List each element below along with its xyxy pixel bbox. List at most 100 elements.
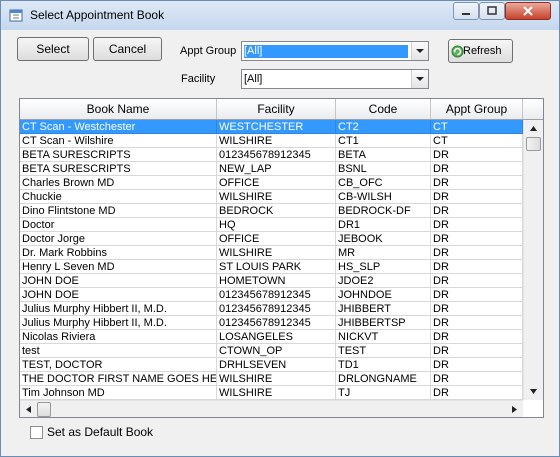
cell-facility: 012345678912345	[217, 148, 336, 162]
chevron-down-icon	[416, 49, 424, 53]
facility-select[interactable]: [All]	[241, 69, 429, 89]
table-row[interactable]: BETA SURESCRIPTS 012345678912345 BETA DR	[20, 148, 523, 162]
table-row[interactable]: Doctor Jorge OFFICE JEBOOK DR	[20, 232, 523, 246]
table-row[interactable]: Julius Murphy Hibbert II, M.D. 0123456789…	[20, 316, 523, 330]
cell-facility: BEDROCK	[217, 204, 336, 218]
cell-book-name: Nicolas Riviera	[20, 330, 217, 344]
cell-appt-group: DR	[431, 148, 523, 162]
refresh-button[interactable]: Refresh	[448, 39, 513, 63]
table-row[interactable]: CT Scan - Wilshire WILSHIRE CT1 CT	[20, 134, 523, 148]
cell-code: NICKVT	[336, 330, 431, 344]
cancel-button[interactable]: Cancel	[93, 37, 162, 61]
cell-appt-group: DR	[431, 386, 523, 400]
cell-book-name: Doctor	[20, 218, 217, 232]
cell-book-name: CT Scan - Westchester	[20, 120, 217, 134]
horizontal-scrollbar[interactable]	[20, 400, 523, 417]
scroll-up-button[interactable]	[525, 120, 542, 137]
cell-book-name: Henry L Seven MD	[20, 260, 217, 274]
table-row[interactable]: JOHN DOE HOMETOWN JDOE2 DR	[20, 274, 523, 288]
cell-appt-group: DR	[431, 344, 523, 358]
cell-appt-group: DR	[431, 288, 523, 302]
column-header-book-name[interactable]: Book Name	[20, 99, 217, 119]
cell-appt-group: DR	[431, 190, 523, 204]
maximize-button[interactable]	[479, 2, 505, 20]
cell-facility: HQ	[217, 218, 336, 232]
cell-appt-group: DR	[431, 232, 523, 246]
facility-label: Facility	[181, 73, 216, 85]
cell-book-name: Julius Murphy Hibbert II, M.D.	[20, 316, 217, 330]
cell-book-name: Tim Johnson MD	[20, 386, 217, 400]
cell-code: TJ	[336, 386, 431, 400]
table-row[interactable]: test CTOWN_OP TEST DR	[20, 344, 523, 358]
column-header-facility[interactable]: Facility	[217, 99, 336, 119]
cell-code: CB-WILSH	[336, 190, 431, 204]
cell-appt-group: DR	[431, 274, 523, 288]
close-icon	[523, 6, 533, 16]
table-row[interactable]: Julius Murphy Hibbert II, M.D. 0123456789…	[20, 302, 523, 316]
cell-code: TEST	[336, 344, 431, 358]
table-row[interactable]: Tim Johnson MD WILSHIRE TJ DR	[20, 386, 523, 400]
cell-facility: WILSHIRE	[217, 386, 336, 400]
table-row[interactable]: Henry L Seven MD ST LOUIS PARK HS_SLP DR	[20, 260, 523, 274]
set-default-book-checkbox[interactable]	[30, 426, 43, 439]
table-body: CT Scan - Westchester WESTCHESTER CT2 CT CT …	[20, 120, 523, 400]
facility-dropdown-arrow[interactable]	[411, 70, 428, 88]
cell-code: JEBOOK	[336, 232, 431, 246]
table-row[interactable]: BETA SURESCRIPTS NEW_LAP BSNL DR	[20, 162, 523, 176]
cell-code: CT2	[336, 120, 431, 134]
cell-book-name: test	[20, 344, 217, 358]
cell-code: BETA	[336, 148, 431, 162]
table-row[interactable]: Charles Brown MD OFFICE CB_OFC DR	[20, 176, 523, 190]
cell-code: HS_SLP	[336, 260, 431, 274]
table-row[interactable]: THE DOCTOR FIRST NAME GOES HERE WILSHIRE D…	[20, 372, 523, 386]
cell-facility: WILSHIRE	[217, 372, 336, 386]
table-row[interactable]: JOHN DOE 012345678912345 JOHNDOE DR	[20, 288, 523, 302]
cell-appt-group: DR	[431, 302, 523, 316]
cell-code: BSNL	[336, 162, 431, 176]
table-row[interactable]: Dr. Mark Robbins WILSHIRE MR DR	[20, 246, 523, 260]
scroll-left-button[interactable]	[20, 401, 37, 417]
column-header-filler	[523, 99, 543, 119]
table-row[interactable]: TEST, DOCTOR DRHLSEVEN TD1 DR	[20, 358, 523, 372]
dialog-window: Select Appointment Book Select Cancel Ap…	[0, 0, 560, 457]
horizontal-scroll-thumb[interactable]	[37, 402, 51, 417]
arrow-left-icon	[26, 406, 31, 413]
minimize-button[interactable]	[453, 2, 479, 20]
scroll-right-button[interactable]	[506, 401, 523, 417]
cell-facility: CTOWN_OP	[217, 344, 336, 358]
appt-group-label: Appt Group	[180, 45, 237, 57]
cell-book-name: TEST, DOCTOR	[20, 358, 217, 372]
cell-code: JOHNDOE	[336, 288, 431, 302]
appt-group-dropdown-arrow[interactable]	[411, 42, 428, 60]
cell-book-name: Dino Flintstone MD	[20, 204, 217, 218]
vertical-scroll-thumb[interactable]	[526, 137, 541, 151]
cell-facility: DRHLSEVEN	[217, 358, 336, 372]
cell-code: TD1	[336, 358, 431, 372]
cell-facility: 012345678912345	[217, 302, 336, 316]
cell-appt-group: DR	[431, 358, 523, 372]
refresh-label: Refresh	[463, 45, 502, 57]
table-row-selected[interactable]: CT Scan - Westchester WESTCHESTER CT2 CT	[20, 120, 523, 134]
appt-group-select[interactable]: [All]	[241, 41, 429, 61]
scroll-down-button[interactable]	[525, 383, 542, 400]
close-button[interactable]	[505, 2, 551, 20]
set-default-book-label: Set as Default Book	[47, 425, 154, 439]
column-header-code[interactable]: Code	[336, 99, 431, 119]
cell-facility: OFFICE	[217, 232, 336, 246]
table-row[interactable]: Dino Flintstone MD BEDROCK BEDROCK-DF DR	[20, 204, 523, 218]
cell-facility: WESTCHESTER	[217, 120, 336, 134]
vertical-scrollbar[interactable]	[523, 120, 543, 400]
table-row[interactable]: Nicolas Riviera LOSANGELES NICKVT DR	[20, 330, 523, 344]
cell-book-name: BETA SURESCRIPTS	[20, 162, 217, 176]
appointment-book-table: Book Name Facility Code Appt Group CT Sc…	[19, 98, 544, 418]
chevron-down-icon	[416, 77, 424, 81]
cell-facility: NEW_LAP	[217, 162, 336, 176]
column-header-appt-group[interactable]: Appt Group	[431, 99, 523, 119]
maximize-icon	[487, 6, 497, 15]
table-row[interactable]: Doctor HQ DR1 DR	[20, 218, 523, 232]
cell-appt-group: CT	[431, 134, 523, 148]
cell-appt-group: DR	[431, 204, 523, 218]
select-button[interactable]: Select	[17, 37, 89, 61]
table-row[interactable]: Chuckie WILSHIRE CB-WILSH DR	[20, 190, 523, 204]
cell-code: MR	[336, 246, 431, 260]
